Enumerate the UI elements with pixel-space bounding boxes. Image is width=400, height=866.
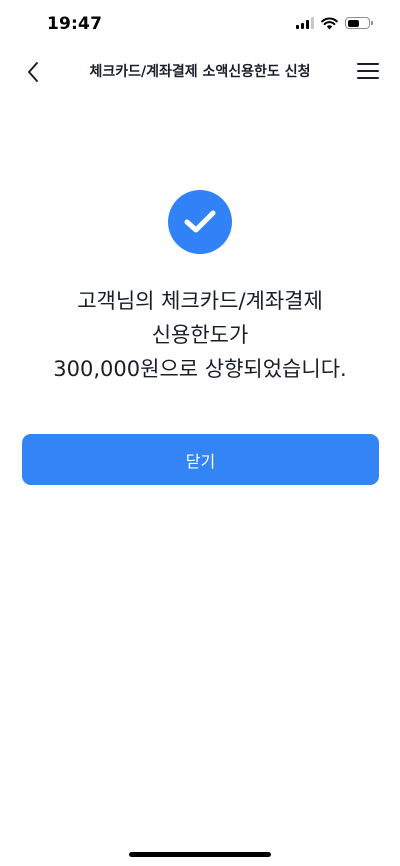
- result-message-line-3: 300,000원으로 상향되었습니다.: [53, 357, 347, 381]
- menu-button[interactable]: [354, 57, 382, 85]
- home-indicator: [129, 852, 271, 857]
- signal-icon: [296, 17, 314, 29]
- hamburger-menu-icon: [357, 62, 379, 65]
- nav-header: 체크카드/계좌결제 소액신용한도 신청: [0, 48, 400, 94]
- close-button[interactable]: 닫기: [22, 434, 379, 485]
- wifi-icon: [321, 16, 338, 30]
- status-bar: 19:47: [0, 0, 400, 48]
- chevron-left-icon: [28, 62, 38, 82]
- battery-icon: [345, 17, 373, 29]
- status-time: 19:47: [47, 14, 103, 34]
- result-message: 고객님의 체크카드/계좌결제 신용한도가 300,000원으로 상향되었습니다.: [20, 284, 380, 386]
- check-icon: [184, 210, 216, 233]
- status-icons: [296, 16, 373, 30]
- result-message-line-2: 신용한도가: [151, 323, 249, 347]
- back-button[interactable]: [18, 57, 48, 87]
- page-title: 체크카드/계좌결제 소액신용한도 신청: [89, 64, 311, 80]
- success-check-badge: [168, 190, 232, 254]
- result-message-line-1: 고객님의 체크카드/계좌결제: [77, 289, 323, 313]
- screen: 19:47 체크카드/계좌결제 소액신용한도 신청 고객님의 체크카드/계좌결제…: [0, 0, 400, 866]
